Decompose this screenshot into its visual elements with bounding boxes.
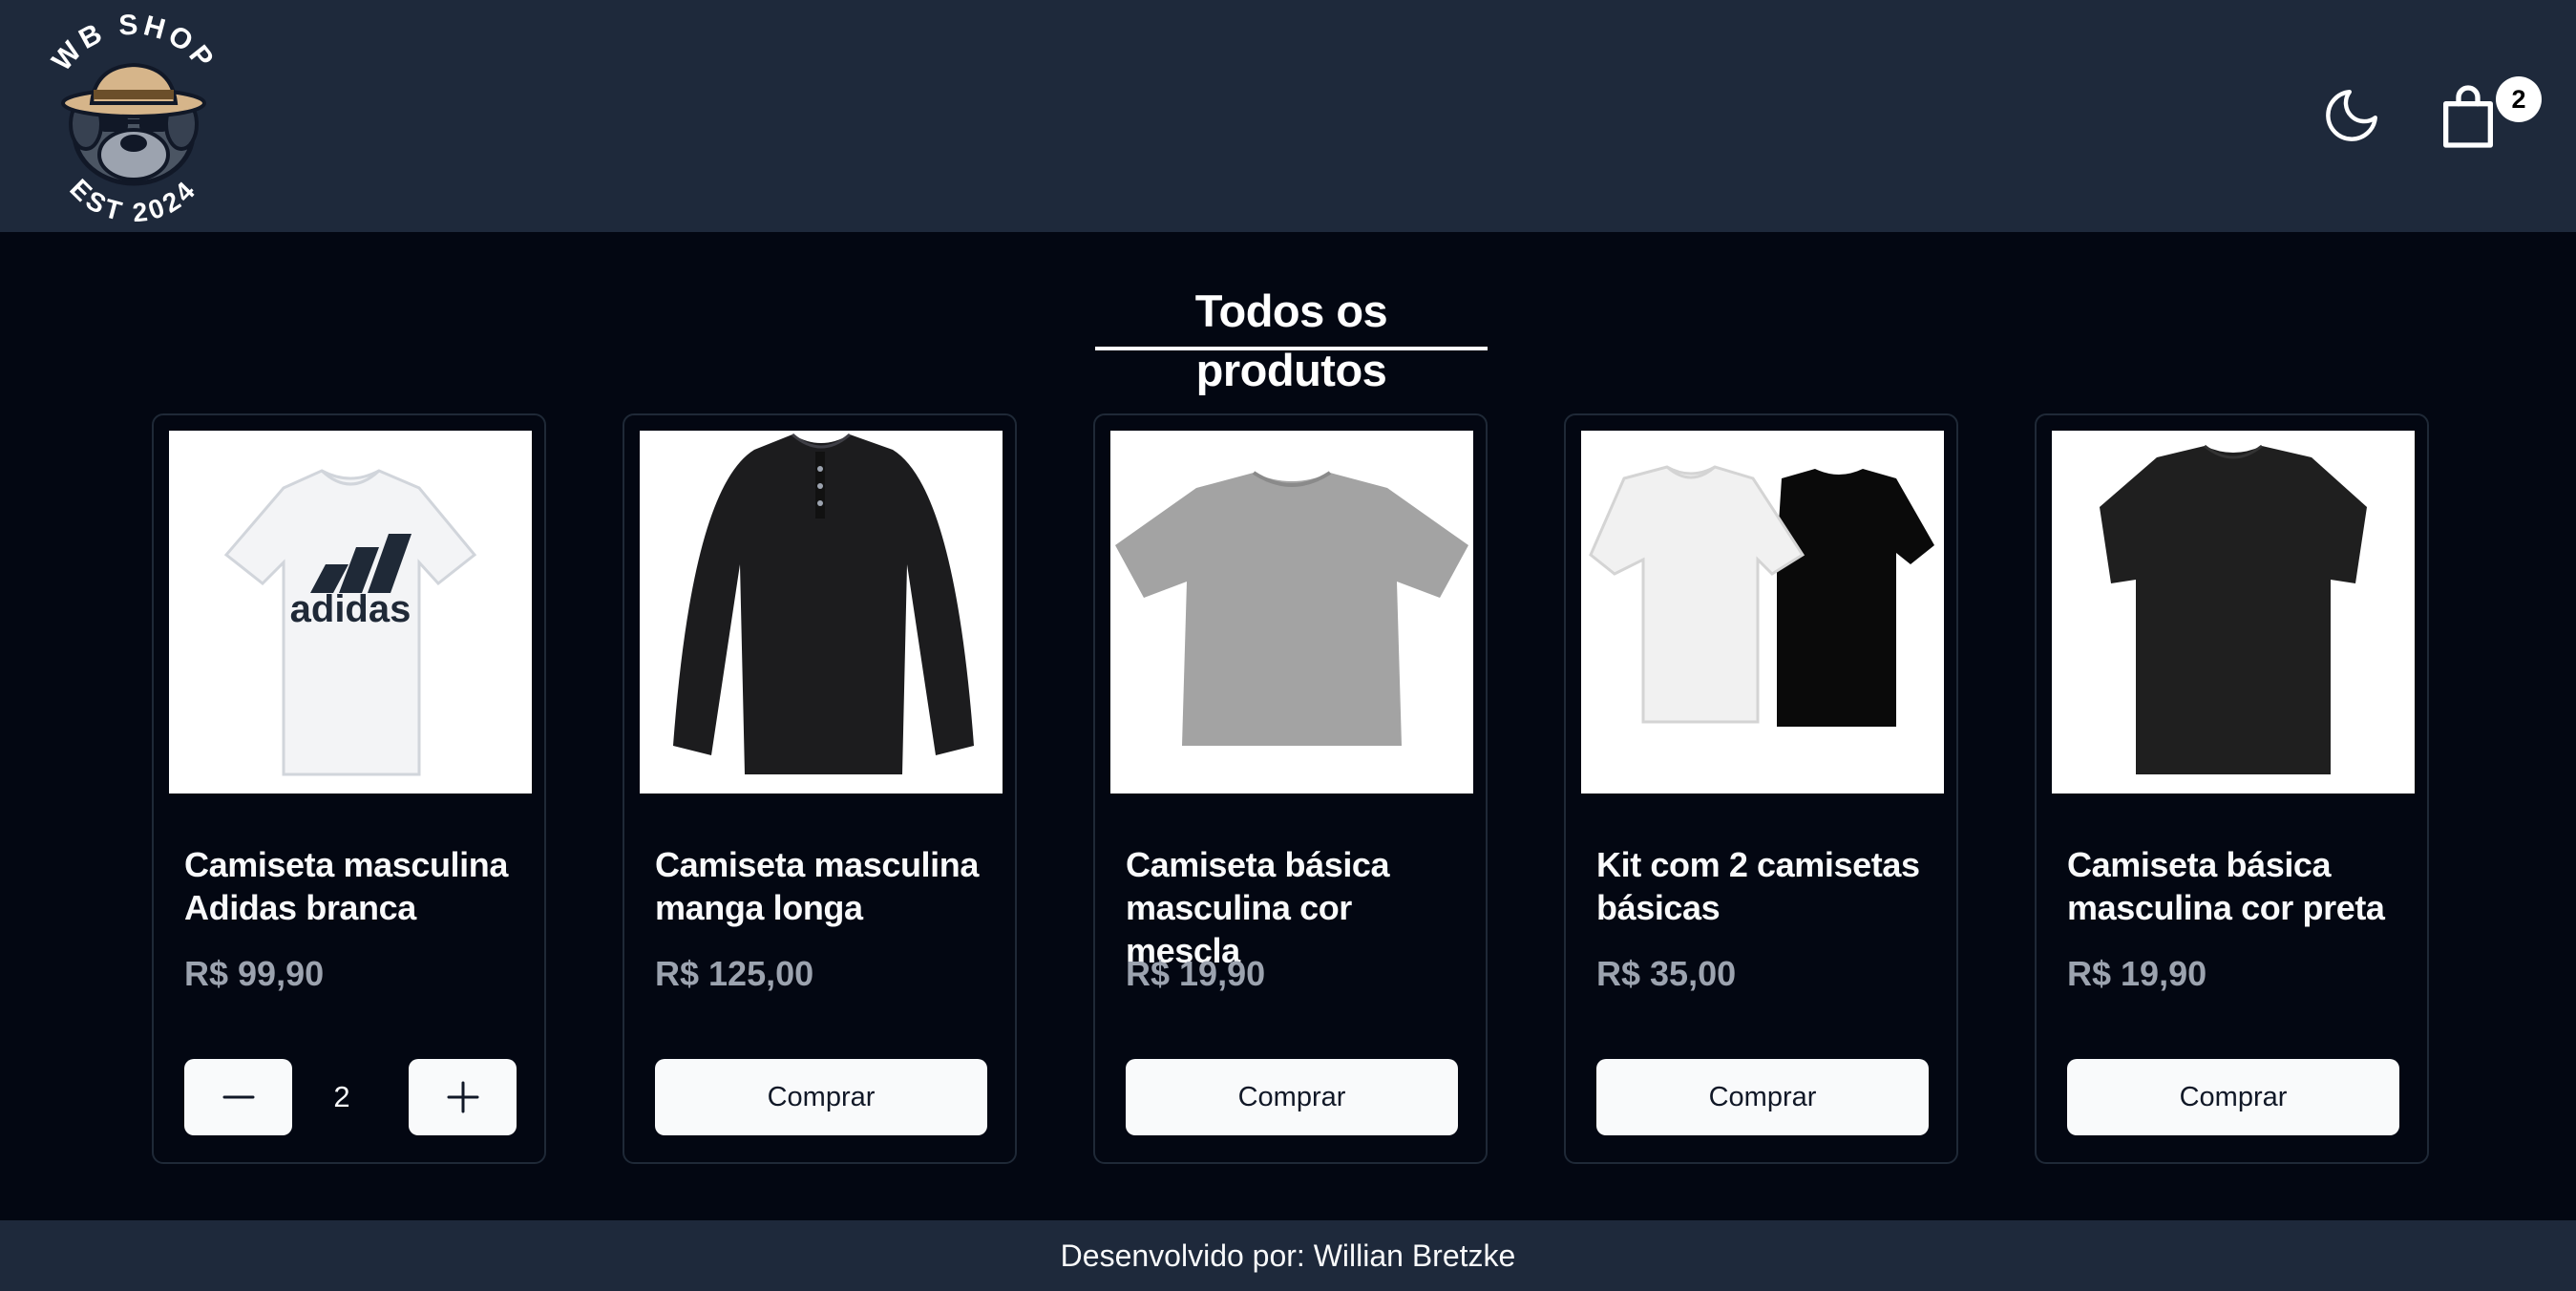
shopping-bag-icon (2443, 85, 2493, 148)
minus-icon (222, 1095, 254, 1099)
product-price: R$ 99,90 (184, 954, 325, 993)
decrease-quantity-button[interactable] (184, 1059, 292, 1135)
buy-button[interactable]: Comprar (655, 1059, 987, 1135)
product-image[interactable] (1581, 431, 1944, 794)
product-name: Camiseta básica masculina cor preta (2067, 845, 2385, 927)
moon-icon (2326, 90, 2377, 141)
white-and-black-tshirts-image (1581, 431, 1944, 794)
product-image[interactable]: adidas (169, 431, 532, 794)
buy-button[interactable]: Comprar (1126, 1059, 1458, 1135)
black-tshirt-image (2052, 431, 2415, 794)
black-long-sleeve-henley-image (640, 431, 1003, 794)
grey-tshirt-image (1110, 431, 1473, 794)
page-title: Todos os produtos (1194, 286, 1388, 395)
product-card: Camiseta masculina manga longa R$ 125,00… (623, 413, 1017, 1164)
product-card: Camiseta básica masculina cor mescla R$ … (1093, 413, 1488, 1164)
increase-quantity-button[interactable] (409, 1059, 517, 1135)
buy-button[interactable]: Comprar (2067, 1059, 2399, 1135)
product-card: adidas Camiseta masculina Adidas branca … (152, 413, 546, 1164)
product-name: Kit com 2 camisetas básicas (1596, 845, 1920, 927)
quantity-value: 2 (333, 1080, 350, 1113)
plus-icon (447, 1081, 478, 1113)
svg-text:adidas: adidas (290, 588, 412, 630)
product-card: Kit com 2 camisetas básicas R$ 35,00 Com… (1564, 413, 1958, 1164)
page-footer: Desenvolvido por: Willian Bretzke (0, 1220, 2576, 1291)
top-header: WB SHOP EST 2024 2 (0, 0, 2576, 232)
product-price: R$ 35,00 (1596, 954, 1737, 993)
product-name: Camiseta masculina manga longa (655, 845, 979, 927)
product-price: R$ 19,90 (1126, 954, 1266, 993)
product-name: Camiseta masculina Adidas branca (184, 845, 508, 927)
theme-toggle-button[interactable] (2320, 84, 2383, 147)
cart-button[interactable] (2430, 78, 2506, 155)
bulldog-logo-icon: WB SHOP EST 2024 (46, 11, 218, 222)
product-price: R$ 19,90 (2067, 954, 2207, 993)
buy-button[interactable]: Comprar (1596, 1059, 1929, 1135)
product-image[interactable] (1110, 431, 1473, 794)
product-image[interactable] (2052, 431, 2415, 794)
product-image[interactable] (640, 431, 1003, 794)
cart-count-badge: 2 (2496, 76, 2542, 122)
product-card: Camiseta básica masculina cor preta R$ 1… (2035, 413, 2429, 1164)
title-underline (1095, 347, 1488, 350)
footer-credit: Desenvolvido por: Willian Bretzke (1060, 1238, 1516, 1273)
shop-logo[interactable]: WB SHOP EST 2024 (29, 11, 239, 222)
product-price: R$ 125,00 (655, 954, 814, 993)
white-adidas-tshirt-image: adidas (169, 431, 532, 794)
